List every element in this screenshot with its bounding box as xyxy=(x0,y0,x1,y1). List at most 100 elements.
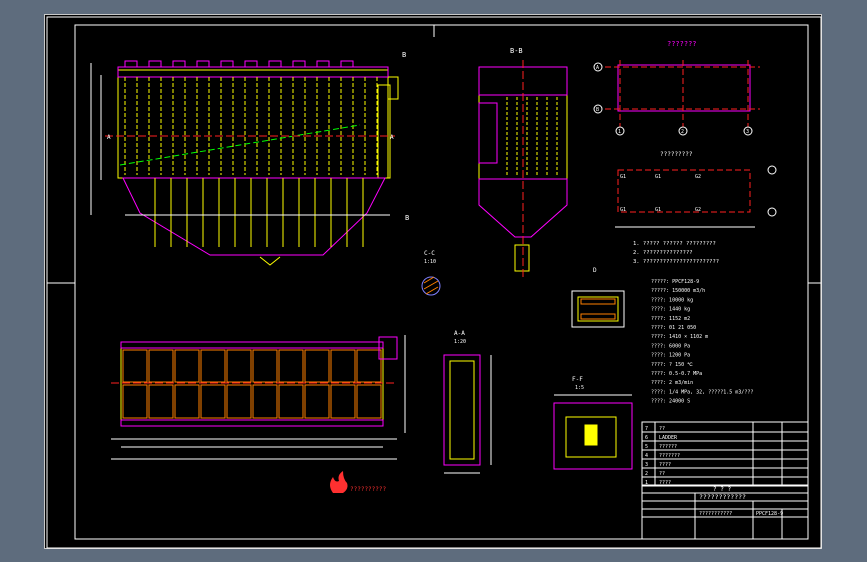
blow-pipes xyxy=(124,60,354,67)
plan-cell xyxy=(356,349,382,383)
top-plan-outline xyxy=(617,64,751,112)
section-aa-frame xyxy=(443,354,481,466)
section-aa-view: A-A 1:20 xyxy=(443,330,492,474)
cad-drawing: B B A A B-B ??????? A B 1 2 3 ????????? … xyxy=(46,16,822,549)
detail-d-view: D xyxy=(571,267,625,328)
side-section-title: B-B xyxy=(510,47,523,55)
hopper xyxy=(122,177,386,256)
title-header: ? ? ? xyxy=(713,486,731,493)
section-aa-title: A-A xyxy=(454,330,465,337)
detail-c-view: C-C 1:10 xyxy=(421,250,441,296)
plan-cell xyxy=(174,349,200,383)
spec-line: ????: 6000 Pa xyxy=(651,343,690,349)
spec-line: ????: 10000 kg xyxy=(651,297,693,303)
discharge-valve xyxy=(259,256,281,266)
drawing-number: PPCF128-9 xyxy=(756,511,783,517)
plan-cell xyxy=(330,384,356,419)
part-number: 6 xyxy=(645,435,648,441)
load-mark-3: G2 xyxy=(695,174,701,180)
spec-line: ?????: PPCF128-9 xyxy=(651,279,699,285)
plan-cell xyxy=(226,384,252,419)
plan-top-channel xyxy=(120,341,384,349)
section-mark-b-top: B xyxy=(402,51,406,59)
part-name: ?????? xyxy=(659,444,677,450)
spec-line: ?????: 150000 m3/h xyxy=(651,288,705,294)
plan-cell xyxy=(122,384,148,419)
front-elevation-view: B B A A xyxy=(90,51,409,266)
logo-text: ?????????? xyxy=(350,486,387,493)
side-bags xyxy=(506,97,558,175)
spec-line: ????: ? 150 ℃ xyxy=(651,362,693,368)
section-aa-inner xyxy=(449,360,475,460)
section-aa-scale: 1:20 xyxy=(454,339,466,345)
plan-cell xyxy=(200,384,226,419)
top-plan-title: ??????? xyxy=(667,40,697,48)
part-name: LADDER xyxy=(659,435,678,441)
plan-outline xyxy=(120,341,384,427)
general-notes: 1. ????? ?????? ????????? 2. ???????????… xyxy=(633,241,719,265)
note-2: 2. ??????????????? xyxy=(633,250,693,256)
base-bubble-1 xyxy=(767,165,777,175)
plan-bottom-channel xyxy=(120,419,384,427)
detail-c-part xyxy=(421,276,441,296)
filter-housing xyxy=(117,69,389,179)
drawing-sheet: B B A A B-B ??????? A B 1 2 3 ????????? … xyxy=(44,14,822,549)
detail-d-hatch-top xyxy=(580,298,616,305)
axis-label-3: 3 xyxy=(746,129,749,135)
company-logo: ?????????? xyxy=(330,471,387,493)
side-discharge xyxy=(514,244,530,272)
part-number: 4 xyxy=(645,453,648,459)
flame-icon xyxy=(330,471,348,493)
part-name: ??????? xyxy=(659,453,680,459)
plan-cell xyxy=(122,349,148,383)
load-mark-1: G1 xyxy=(620,174,626,180)
plan-cell xyxy=(278,349,304,383)
base-bubble-2 xyxy=(767,207,777,217)
detail-d-outer xyxy=(571,290,625,328)
side-inlet-box xyxy=(478,102,498,164)
base-plan-outline xyxy=(617,169,751,213)
title-block: ? ? ? ???????????? ??????????? PPCF128-9 xyxy=(641,484,809,540)
spec-line: ????: 1/4 MPa, 32, ?????1.5 m3/??? xyxy=(651,389,753,395)
load-mark-2: G1 xyxy=(655,174,661,180)
axis-label-a: A xyxy=(596,65,599,71)
part-number: 7 xyxy=(645,426,648,432)
section-ff-scale: 1:5 xyxy=(575,385,584,391)
plan-cell xyxy=(148,384,174,419)
detail-c-hatch xyxy=(423,276,439,295)
plan-cell xyxy=(330,349,356,383)
load-mark-6: G2 xyxy=(695,207,701,213)
spec-line: ????: 0.5-0.7 MPa xyxy=(651,371,702,377)
part-number: 3 xyxy=(645,462,648,468)
axis-label-b: B xyxy=(596,107,599,113)
plan-cell xyxy=(304,349,330,383)
load-mark-4: G1 xyxy=(620,207,626,213)
top-cover xyxy=(117,66,389,78)
section-ff-title: F-F xyxy=(572,376,583,383)
spec-line: ????: 24000 S xyxy=(651,399,690,405)
part-number: 2 xyxy=(645,471,648,477)
inlet-flow-line xyxy=(119,124,361,166)
section-mark-a-right: A xyxy=(390,134,394,141)
axis-label-1: 1 xyxy=(618,129,621,135)
plan-cell xyxy=(226,349,252,383)
detail-d-inner xyxy=(577,296,619,322)
part-name: ?? xyxy=(659,471,665,477)
plan-cell xyxy=(148,349,174,383)
detail-d-title: D xyxy=(593,267,597,274)
plan-compartments xyxy=(122,349,382,419)
part-number: 5 xyxy=(645,444,648,450)
company-name: ???????????? xyxy=(699,493,746,501)
section-mark-a-left: A xyxy=(107,134,111,141)
spec-line: ????: 01 21 050 xyxy=(651,325,696,331)
plan-cell xyxy=(304,384,330,419)
filter-bags xyxy=(124,77,378,175)
section-mark-b-bottom: B xyxy=(405,214,409,222)
detail-d-hatch-bottom xyxy=(580,313,616,320)
bottom-plan-view xyxy=(111,335,406,460)
plan-cell xyxy=(200,349,226,383)
detail-c-title: C-C xyxy=(424,250,435,257)
detail-c-scale: 1:10 xyxy=(424,259,436,265)
plan-cell xyxy=(252,384,278,419)
part-name: ???? xyxy=(659,462,671,468)
